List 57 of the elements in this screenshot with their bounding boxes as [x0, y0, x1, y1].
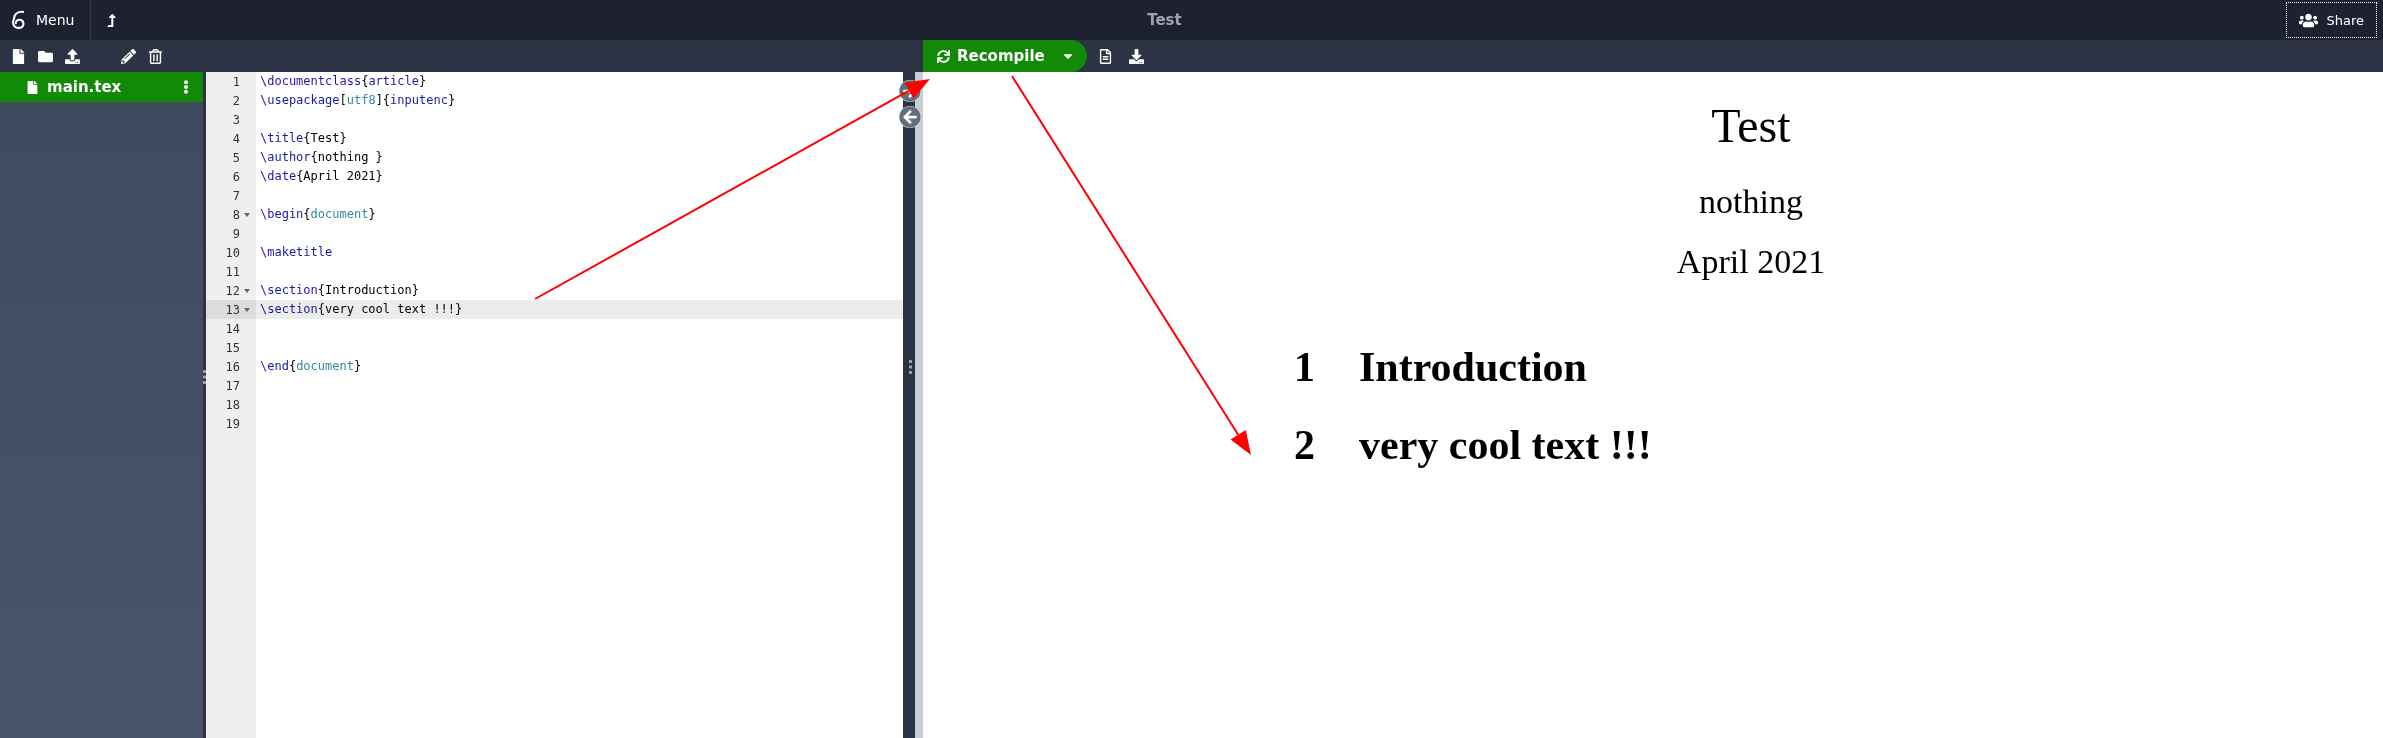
line-number: 5: [232, 150, 240, 165]
file-tree-item[interactable]: main.tex: [0, 72, 203, 102]
line-number: 13: [225, 302, 240, 317]
file-name: main.tex: [47, 78, 123, 96]
refresh-icon: [937, 49, 950, 63]
download-icon: [1128, 48, 1144, 64]
code-line: \maketitle: [259, 244, 333, 261]
document-icon: [1097, 48, 1113, 64]
line-number: 1: [232, 74, 240, 89]
fold-caret-icon[interactable]: [244, 212, 250, 217]
code-line: \begin{document}: [259, 206, 376, 223]
share-button[interactable]: Share: [2286, 2, 2377, 38]
section-number: 1: [1294, 343, 1315, 391]
line-number: 17: [225, 378, 240, 393]
line-number: 3: [232, 112, 240, 127]
file-icon: [11, 48, 26, 64]
upload-icon: [65, 48, 80, 64]
line-number: 15: [225, 340, 240, 355]
recompile-button[interactable]: Recompile: [923, 40, 1057, 72]
section-heading: very cool text !!!: [1359, 421, 1652, 469]
line-number: 7: [232, 188, 240, 203]
line-number: 10: [225, 245, 240, 260]
line-number: 16: [225, 359, 240, 374]
document-title: Test: [1711, 98, 1791, 153]
pencil-icon: [121, 48, 136, 64]
line-number: 12: [225, 283, 240, 298]
code-line: \date{April 2021}: [259, 168, 383, 185]
section-heading: Introduction: [1359, 343, 1587, 391]
line-number: 9: [232, 226, 240, 241]
fold-caret-icon[interactable]: [244, 288, 250, 293]
fold-caret-icon[interactable]: [244, 307, 250, 312]
line-number: 8: [232, 207, 240, 222]
code-line: \end{document}: [259, 358, 362, 375]
code-line: \title{Test}: [259, 130, 347, 147]
line-number: 18: [225, 397, 240, 412]
section-number: 2: [1294, 421, 1315, 469]
line-number: 2: [232, 93, 240, 108]
document-date: April 2021: [1676, 243, 1826, 281]
line-number: 6: [232, 169, 240, 184]
code-line: \author{nothing }: [259, 149, 383, 166]
code-line: \documentclass{article}: [259, 73, 427, 90]
line-number: 11: [225, 264, 240, 279]
arrow-left-circle-button[interactable]: [899, 106, 921, 128]
line-number: 14: [225, 321, 240, 336]
code-line: \section{Introduction}: [259, 282, 419, 299]
document-author: nothing: [1699, 183, 1803, 221]
code-line: \usepackage[utf8]{inputenc}: [259, 92, 456, 109]
code-line: \section{very cool text !!!}: [259, 301, 463, 318]
folder-icon: [38, 48, 53, 64]
file-icon: [26, 80, 39, 94]
arrow-left-icon: [899, 106, 921, 128]
line-number: 4: [232, 131, 240, 146]
project-title: Test: [1146, 11, 1183, 29]
trash-icon: [148, 48, 163, 64]
resize-grip-icon[interactable]: [908, 360, 912, 374]
line-number: 19: [225, 416, 240, 431]
resize-grip-icon[interactable]: [203, 370, 206, 384]
